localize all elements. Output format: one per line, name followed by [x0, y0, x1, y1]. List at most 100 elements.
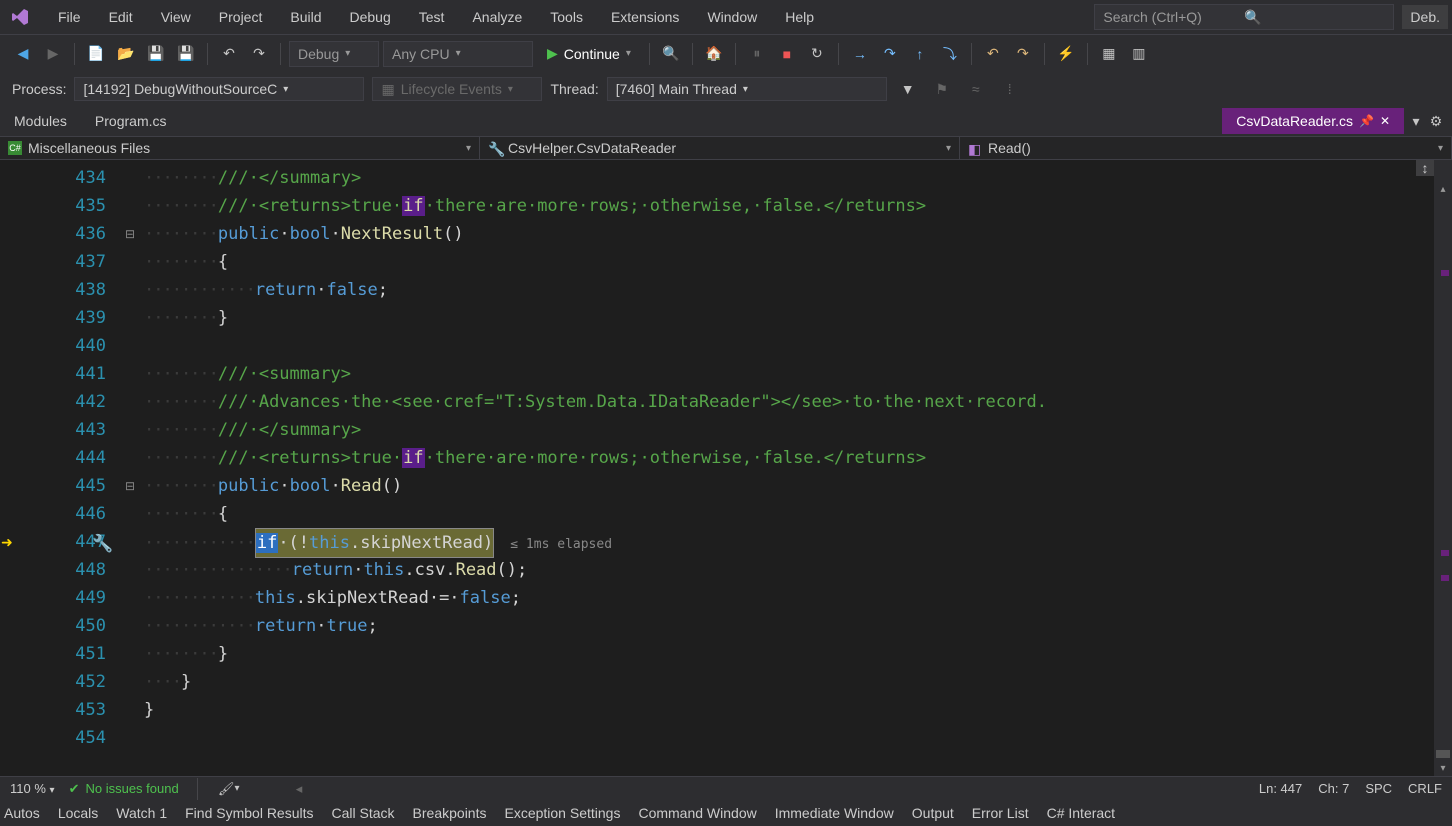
menu-analyze[interactable]: Analyze: [458, 3, 536, 31]
menu-window[interactable]: Window: [693, 3, 771, 31]
pin-icon[interactable]: 📌: [1359, 114, 1374, 128]
editor-status-bar: 110 % ▾ ✔ No issues found 🖌 ▾ ◂ Ln: 447 …: [0, 776, 1452, 800]
scroll-track[interactable]: ▾ ▴: [1434, 160, 1452, 776]
scroll-thumb[interactable]: [1436, 750, 1450, 758]
scope-combo[interactable]: C# Miscellaneous Files▾: [0, 137, 480, 159]
tool-tab-c#-interact[interactable]: C# Interact: [1047, 805, 1115, 821]
config-combo[interactable]: Debug▾: [289, 41, 379, 67]
scroll-up-icon[interactable]: ▴: [1434, 184, 1452, 195]
stop-icon[interactable]: ■: [774, 41, 800, 67]
tab-modules[interactable]: Modules: [0, 106, 81, 136]
tool-tab-command-window[interactable]: Command Window: [638, 805, 756, 821]
tool-tab-immediate-window[interactable]: Immediate Window: [775, 805, 894, 821]
method-icon: ◧: [968, 141, 982, 155]
csharp-icon: C#: [8, 141, 22, 155]
code-content[interactable]: ········///·</summary>········///·<retur…: [144, 160, 1434, 776]
step-over-icon[interactable]: ↷: [877, 41, 903, 67]
type-combo[interactable]: 🔧 CsvHelper.CsvDataReader▾: [480, 137, 960, 159]
redo-icon[interactable]: ↷: [246, 41, 272, 67]
undo-icon[interactable]: ↶: [216, 41, 242, 67]
eol-indicator[interactable]: CRLF: [1408, 781, 1442, 796]
zoom-level[interactable]: 110 % ▾: [10, 781, 55, 796]
tab-dropdown-icon[interactable]: ▾: [1408, 108, 1424, 134]
check-icon: ✔: [69, 781, 80, 797]
thread-label: Thread:: [550, 81, 598, 97]
tool-tab-autos[interactable]: Autos: [4, 805, 40, 821]
process-combo[interactable]: [14192] DebugWithoutSourceC▾: [74, 77, 364, 101]
menu-bar: FileEditViewProjectBuildDebugTestAnalyze…: [0, 0, 1452, 34]
intellicode-icon[interactable]: ⚡: [1053, 41, 1079, 67]
undo2-icon[interactable]: ↶: [980, 41, 1006, 67]
layout1-icon[interactable]: ▦: [1096, 41, 1122, 67]
settings-gear-icon[interactable]: ⚙: [1428, 108, 1444, 134]
tool-tab-locals[interactable]: Locals: [58, 805, 98, 821]
brush-icon[interactable]: 🖌 ▾: [216, 776, 242, 802]
redo2-icon[interactable]: ↷: [1010, 41, 1036, 67]
line-number-gutter: 4344354364374384394404414424434444454464…: [0, 160, 116, 776]
open-folder-icon[interactable]: 📂: [113, 41, 139, 67]
tool-tab-output[interactable]: Output: [912, 805, 954, 821]
vs-logo-icon: [4, 1, 36, 33]
layout2-icon[interactable]: ▥: [1126, 41, 1152, 67]
code-editor[interactable]: 4344354364374384394404414424434444454464…: [0, 160, 1452, 776]
thread-icon[interactable]: ≈: [963, 76, 989, 102]
step-icon[interactable]: ⤵: [937, 41, 963, 67]
pause-icon[interactable]: ⏸: [744, 41, 770, 67]
restart-icon[interactable]: ↻: [804, 41, 830, 67]
tab-active[interactable]: CsvDataReader.cs 📌 ✕: [1222, 108, 1404, 134]
user-badge[interactable]: Deb.: [1402, 5, 1448, 29]
class-icon: 🔧: [488, 141, 502, 155]
scroll-down-icon[interactable]: ▾: [1434, 763, 1452, 774]
tool-tab-breakpoints[interactable]: Breakpoints: [413, 805, 487, 821]
tool-tab-call-stack[interactable]: Call Stack: [332, 805, 395, 821]
issues-indicator[interactable]: ✔ No issues found: [69, 781, 179, 797]
fold-column[interactable]: ⊟⊟: [116, 160, 144, 776]
browser-icon[interactable]: 🏠: [701, 41, 727, 67]
search-icon: 🔍: [1244, 9, 1385, 26]
find-in-files-icon[interactable]: 🔍: [658, 41, 684, 67]
play-icon: ▶: [547, 45, 558, 62]
indent-indicator[interactable]: SPC: [1365, 781, 1392, 796]
nav-back-button[interactable]: ◀: [10, 41, 36, 67]
nav-bar: C# Miscellaneous Files▾ 🔧 CsvHelper.CsvD…: [0, 136, 1452, 160]
menu-file[interactable]: File: [44, 3, 95, 31]
menu-extensions[interactable]: Extensions: [597, 3, 693, 31]
screwdriver-icon[interactable]: 🔧: [92, 530, 113, 558]
hscroll-left-icon[interactable]: ◂: [296, 781, 303, 797]
search-input[interactable]: Search (Ctrl+Q) 🔍: [1094, 4, 1394, 30]
menu-tools[interactable]: Tools: [536, 3, 597, 31]
save-all-icon[interactable]: 💾: [173, 41, 199, 67]
tool-tab-find-symbol-results[interactable]: Find Symbol Results: [185, 805, 313, 821]
tool-tab-exception-settings[interactable]: Exception Settings: [504, 805, 620, 821]
nav-fwd-button[interactable]: ▶: [40, 41, 66, 67]
lifecycle-combo[interactable]: ▦Lifecycle Events▾: [372, 77, 542, 101]
step-into-icon[interactable]: →: [847, 41, 873, 67]
step-out-icon[interactable]: ↑: [907, 41, 933, 67]
menu-build[interactable]: Build: [276, 3, 335, 31]
menu-view[interactable]: View: [147, 3, 205, 31]
process-label: Process:: [12, 81, 66, 97]
debug-toolbar: Process: [14192] DebugWithoutSourceC▾ ▦L…: [0, 72, 1452, 106]
new-item-icon[interactable]: 📄: [83, 41, 109, 67]
continue-button[interactable]: ▶ Continue ▾: [537, 41, 641, 67]
document-tabs: ModulesProgram.cs CsvDataReader.cs 📌 ✕ ▾…: [0, 106, 1452, 136]
thread-combo[interactable]: [7460] Main Thread▾: [607, 77, 887, 101]
menu-debug[interactable]: Debug: [336, 3, 405, 31]
line-indicator[interactable]: Ln: 447: [1259, 781, 1302, 796]
tool-tab-watch-1[interactable]: Watch 1: [116, 805, 167, 821]
menu-help[interactable]: Help: [771, 3, 828, 31]
close-icon[interactable]: ✕: [1380, 114, 1390, 128]
flag-icon[interactable]: ⚑: [929, 76, 955, 102]
menu-edit[interactable]: Edit: [95, 3, 147, 31]
menu-test[interactable]: Test: [405, 3, 459, 31]
split-handle-icon[interactable]: ↕: [1416, 160, 1434, 176]
tool-tab-error-list[interactable]: Error List: [972, 805, 1029, 821]
tab-program-cs[interactable]: Program.cs: [81, 106, 181, 136]
stack-icon[interactable]: ⁞: [997, 76, 1023, 102]
filter-icon[interactable]: ▼: [895, 76, 921, 102]
col-indicator[interactable]: Ch: 7: [1318, 781, 1349, 796]
platform-combo[interactable]: Any CPU▾: [383, 41, 533, 67]
member-combo[interactable]: ◧ Read()▾: [960, 137, 1452, 159]
save-icon[interactable]: 💾: [143, 41, 169, 67]
menu-project[interactable]: Project: [205, 3, 277, 31]
